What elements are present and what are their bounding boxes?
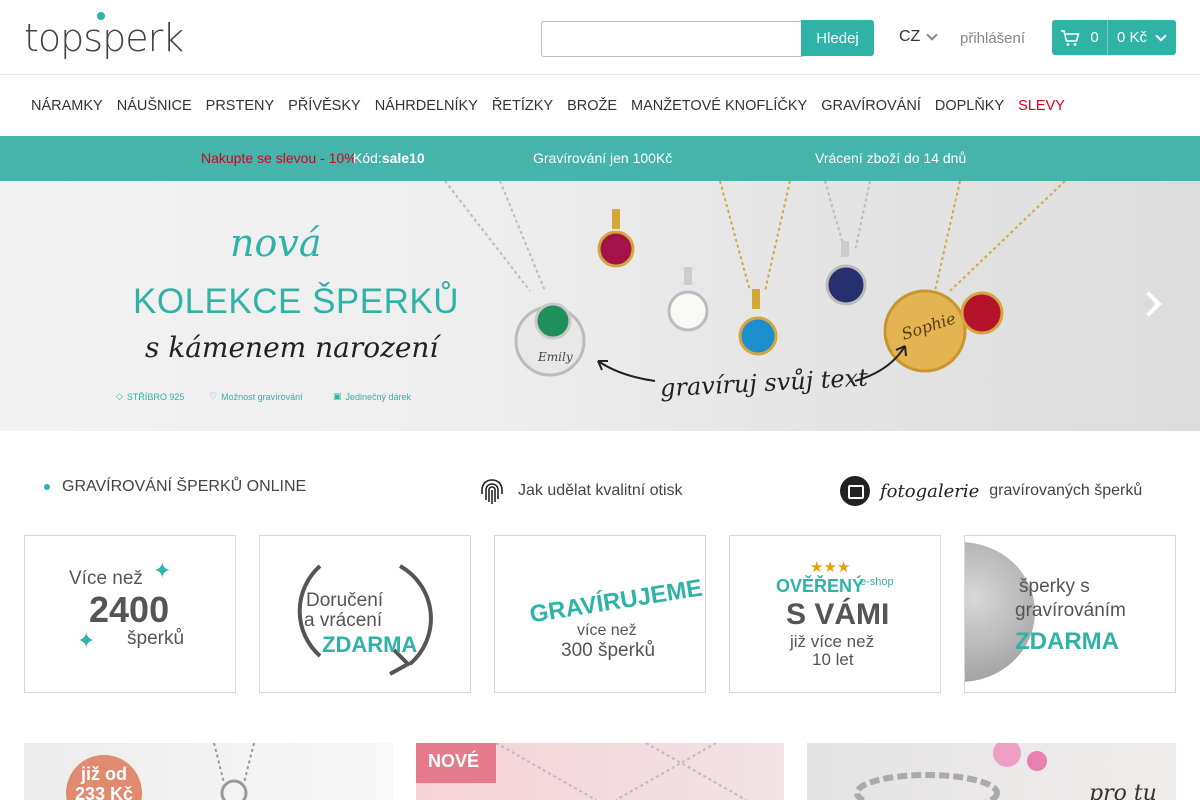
nav-item-nahrdelniky[interactable]: NÁHRDELNÍKY xyxy=(375,98,478,114)
logo-text: topsperk xyxy=(24,16,184,60)
necklace-image xyxy=(495,743,747,800)
nav-item-slevy[interactable]: SLEVY xyxy=(1018,98,1065,114)
fotogalerie-label: fotogalerie xyxy=(880,480,980,502)
promo-code: Kód:sale10 xyxy=(353,150,425,166)
nav-item-manzetove-knoflicky[interactable]: MANŽETOVÉ KNOFLÍČKY xyxy=(631,98,807,114)
pendant-image xyxy=(213,743,255,800)
feature-box-free-engraving[interactable]: šperky s gravírováním ZDARMA xyxy=(964,535,1176,693)
feature-box-free-delivery[interactable]: Doručení a vrácení ZDARMA xyxy=(259,535,471,693)
hero-banner[interactable]: Emily Sophie nová KOLEKCE ŠPERKŮ s kámen… xyxy=(0,181,1200,431)
nav-item-privesky[interactable]: PŘÍVĚSKY xyxy=(288,98,361,114)
language-label: CZ xyxy=(899,28,921,45)
banner-bracelet[interactable]: pro tu xyxy=(807,743,1176,800)
feature-box-engraving[interactable]: GRAVÍRUJEME více než 300 šperků xyxy=(494,535,706,693)
nav-item-prsteny[interactable]: PRSTENY xyxy=(206,98,275,114)
banner-script-text: pro tu xyxy=(1089,781,1157,800)
promo-code-value: sale10 xyxy=(381,150,425,166)
banner-price[interactable]: již od 233 Kč xyxy=(24,743,393,800)
logo[interactable]: topsperk xyxy=(24,10,184,66)
promo-bar: Nakupte se slevou - 10% Kód:sale10 Graví… xyxy=(0,136,1200,181)
promo-engraving: Gravírování jen 100Kč xyxy=(533,150,673,166)
nav-item-naramky[interactable]: NÁRAMKY xyxy=(31,98,103,114)
bullet-icon xyxy=(44,484,50,490)
search-input[interactable] xyxy=(541,21,803,57)
nav-item-doplnky[interactable]: DOPLŇKY xyxy=(935,98,1004,114)
hero-nova: nová xyxy=(230,221,322,265)
hero-title: KOLEKCE ŠPERKŮ xyxy=(133,282,459,321)
promo-code-label: Kód: xyxy=(353,150,382,166)
site-header: topsperk Hledej CZ přihlášení 0 0 Kč xyxy=(0,0,1200,75)
login-link[interactable]: přihlášení xyxy=(960,30,1025,47)
fingerprint-icon xyxy=(481,479,503,504)
engraving-online-link[interactable]: GRAVÍROVÁNÍ ŠPERKŮ ONLINE xyxy=(44,478,306,496)
fingerprint-link[interactable]: Jak udělat kvalitní otisk xyxy=(478,476,683,506)
sparkle-icon: ✦ xyxy=(77,628,96,653)
nav-item-broze[interactable]: BROŽE xyxy=(567,98,617,114)
cart-icon xyxy=(1061,29,1080,46)
gift-icon: ▣ xyxy=(333,391,342,401)
chevron-down-icon xyxy=(1155,29,1167,42)
feature-box-verified[interactable]: ★★★ OVĚŘENÝ e-shop S VÁMI již více než 1… xyxy=(729,535,941,693)
nav-item-retizky[interactable]: ŘETÍZKY xyxy=(492,98,553,114)
logo-dot xyxy=(97,12,105,20)
feature-engraving: ♡ Možnost gravírování xyxy=(209,391,303,402)
tag-name-1: Emily xyxy=(537,350,573,364)
nav-item-nausnice[interactable]: NÁUŠNICE xyxy=(117,98,192,114)
diamond-icon: ◇ xyxy=(116,391,123,401)
promo-returns: Vrácení zboží do 14 dnů xyxy=(815,150,967,166)
camera-icon xyxy=(840,476,870,506)
sparkle-icon: ✦ xyxy=(153,558,172,583)
feature-box-2400[interactable]: Více než 2400 šperků ✦ ✦ xyxy=(24,535,236,693)
banner-new[interactable]: NOVÉ xyxy=(416,743,784,800)
language-selector[interactable]: CZ xyxy=(899,28,938,46)
cart-button[interactable]: 0 0 Kč xyxy=(1052,20,1176,55)
stars-icon: ★★★ xyxy=(810,559,851,576)
nav-item-gravirovani[interactable]: GRAVÍROVÁNÍ xyxy=(821,98,921,114)
cart-total: 0 Kč xyxy=(1117,29,1148,46)
chevron-down-icon xyxy=(926,29,938,41)
feature-silver: ◇ STŘÍBRO 925 xyxy=(116,391,185,402)
gallery-link[interactable]: fotogalerie gravírovaných šperků xyxy=(840,476,1142,506)
hero-subtitle: s kámenem narození xyxy=(145,331,439,364)
feature-gift: ▣ Jedinečný dárek xyxy=(333,391,412,402)
heart-icon: ♡ xyxy=(209,391,218,401)
promo-discount: Nakupte se slevou - 10% xyxy=(201,150,357,166)
search-button[interactable]: Hledej xyxy=(801,20,874,56)
cart-count: 0 xyxy=(1090,29,1099,46)
main-nav: NÁRAMKY NÁUŠNICE PRSTENY PŘÍVĚSKY NÁHRDE… xyxy=(0,75,1200,136)
